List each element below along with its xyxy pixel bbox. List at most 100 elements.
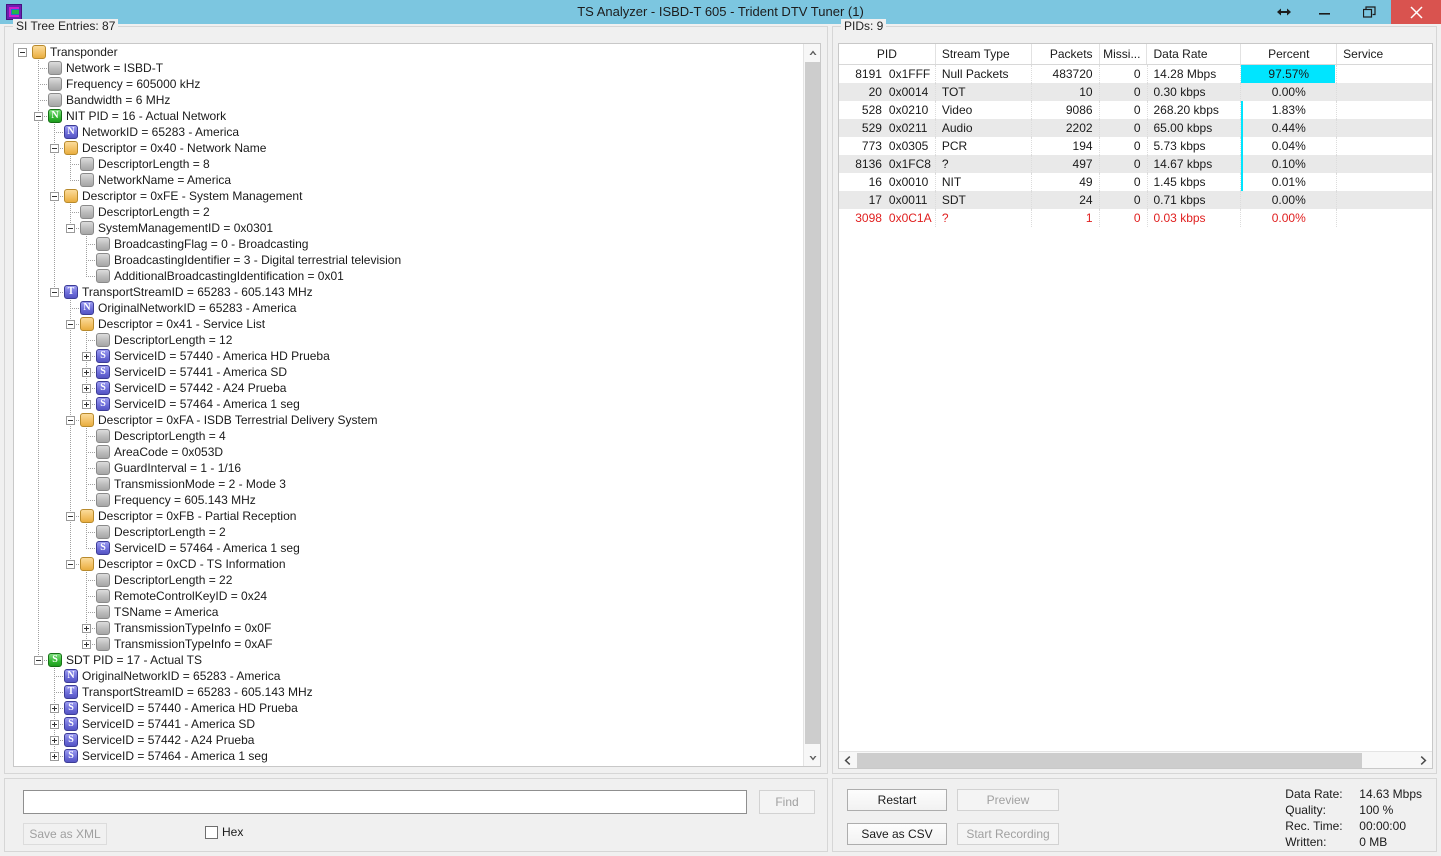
tree-expand-icon[interactable] bbox=[82, 352, 91, 361]
tree-item[interactable]: N NetworkID = 65283 - America bbox=[14, 124, 804, 140]
tree-item[interactable]: NetworkName = America bbox=[14, 172, 804, 188]
tree-item[interactable]: N OriginalNetworkID = 65283 - America bbox=[14, 300, 804, 316]
column-header-missi[interactable]: Missi... bbox=[1100, 44, 1148, 64]
tree-item[interactable]: S ServiceID = 57442 - A24 Prueba bbox=[14, 732, 804, 748]
tree-item[interactable]: TransmissionTypeInfo = 0xAF bbox=[14, 636, 804, 652]
tree-item[interactable]: Transponder bbox=[14, 44, 804, 60]
tree-item[interactable]: T TransportStreamID = 65283 - 605.143 MHz bbox=[14, 684, 804, 700]
tree-collapse-icon[interactable] bbox=[66, 512, 75, 521]
tree-item[interactable]: TransmissionTypeInfo = 0x0F bbox=[14, 620, 804, 636]
tree-collapse-icon[interactable] bbox=[66, 416, 75, 425]
start-recording-button[interactable]: Start Recording bbox=[957, 823, 1059, 845]
tree-expand-icon[interactable] bbox=[82, 624, 91, 633]
pid-table-row[interactable]: 20 0x0014 TOT 10 0 0.30 kbps 0.00% bbox=[839, 83, 1432, 101]
tree-item[interactable]: Descriptor = 0xFE - System Management bbox=[14, 188, 804, 204]
tree-collapse-icon[interactable] bbox=[66, 320, 75, 329]
tree-item[interactable]: AdditionalBroadcastingIdentification = 0… bbox=[14, 268, 804, 284]
tree-item[interactable]: RemoteControlKeyID = 0x24 bbox=[14, 588, 804, 604]
title-bar[interactable]: TS Analyzer - ISBD-T 605 - Trident DTV T… bbox=[0, 0, 1441, 24]
tree-expand-icon[interactable] bbox=[50, 752, 59, 761]
tree-expand-icon[interactable] bbox=[50, 736, 59, 745]
pid-table-row[interactable]: 17 0x0011 SDT 24 0 0.71 kbps 0.00% bbox=[839, 191, 1432, 209]
tree-item[interactable]: Descriptor = 0xCD - TS Information bbox=[14, 556, 804, 572]
tree-item[interactable]: Frequency = 605.143 MHz bbox=[14, 492, 804, 508]
pid-table-row[interactable]: 529 0x0211 Audio 2202 0 65.00 kbps 0.44% bbox=[839, 119, 1432, 137]
tree-expand-icon[interactable] bbox=[50, 704, 59, 713]
column-header-pid[interactable]: PID bbox=[839, 44, 936, 64]
column-header-percent[interactable]: Percent bbox=[1241, 44, 1338, 64]
close-icon[interactable] bbox=[1391, 0, 1441, 24]
si-tree-view[interactable]: Transponder Network = ISBD-T Frequency = 6… bbox=[13, 43, 821, 767]
preview-button[interactable]: Preview bbox=[957, 789, 1059, 811]
tree-item[interactable]: DescriptorLength = 12 bbox=[14, 332, 804, 348]
tree-item[interactable]: N OriginalNetworkID = 65283 - America bbox=[14, 668, 804, 684]
tree-item[interactable]: DescriptorLength = 2 bbox=[14, 204, 804, 220]
tree-item[interactable]: N NIT PID = 16 - Actual Network bbox=[14, 108, 804, 124]
column-header-data-rate[interactable]: Data Rate bbox=[1147, 44, 1242, 64]
tree-item[interactable]: DescriptorLength = 8 bbox=[14, 156, 804, 172]
restart-button[interactable]: Restart bbox=[847, 789, 947, 811]
save-as-xml-button[interactable]: Save as XML bbox=[23, 823, 107, 845]
tree-item[interactable]: S ServiceID = 57464 - America 1 seg bbox=[14, 396, 804, 412]
tree-item[interactable]: S ServiceID = 57464 - America 1 seg bbox=[14, 540, 804, 556]
tree-item[interactable]: Descriptor = 0xFB - Partial Reception bbox=[14, 508, 804, 524]
tree-item[interactable]: DescriptorLength = 2 bbox=[14, 524, 804, 540]
pid-scroll-thumb[interactable] bbox=[857, 753, 1362, 768]
tree-item[interactable]: S ServiceID = 57441 - America SD bbox=[14, 716, 804, 732]
column-header-stream-type[interactable]: Stream Type bbox=[936, 44, 1032, 64]
hex-checkbox[interactable] bbox=[205, 825, 218, 839]
pid-table-header[interactable]: PID Stream Type Packets Missi... Data Rate Pe… bbox=[839, 44, 1432, 65]
tree-item[interactable]: Bandwidth = 6 MHz bbox=[14, 92, 804, 108]
tree-item[interactable]: Network = ISBD-T bbox=[14, 60, 804, 76]
tree-item[interactable]: GuardInterval = 1 - 1/16 bbox=[14, 460, 804, 476]
tree-collapse-icon[interactable] bbox=[50, 144, 59, 153]
column-header-packets[interactable]: Packets bbox=[1032, 44, 1100, 64]
tree-collapse-icon[interactable] bbox=[66, 224, 75, 233]
save-as-csv-button[interactable]: Save as CSV bbox=[847, 823, 947, 845]
tree-item[interactable]: Descriptor = 0xFA - ISDB Terrestrial Del… bbox=[14, 412, 804, 428]
tree-item[interactable]: SystemManagementID = 0x0301 bbox=[14, 220, 804, 236]
pid-list-view[interactable]: PID Stream Type Packets Missi... Data Rate Pe… bbox=[838, 43, 1433, 769]
tree-item[interactable]: S ServiceID = 57440 - America HD Prueba bbox=[14, 348, 804, 364]
resize-arrows-icon[interactable] bbox=[1265, 0, 1303, 24]
scroll-down-icon[interactable] bbox=[804, 749, 820, 766]
pid-horizontal-scrollbar[interactable] bbox=[839, 751, 1432, 768]
tree-collapse-icon[interactable] bbox=[34, 112, 43, 121]
tree-collapse-icon[interactable] bbox=[66, 560, 75, 569]
tree-vertical-scrollbar[interactable] bbox=[803, 44, 820, 766]
tree-item[interactable]: BroadcastingFlag = 0 - Broadcasting bbox=[14, 236, 804, 252]
tree-item[interactable]: S ServiceID = 57440 - America HD Prueba bbox=[14, 700, 804, 716]
tree-item[interactable]: T TransportStreamID = 65283 - 605.143 MHz bbox=[14, 284, 804, 300]
tree-collapse-icon[interactable] bbox=[18, 48, 27, 57]
pid-table-row[interactable]: 3098 0x0C1A? 1 0 0.03 kbps 0.00% bbox=[839, 209, 1432, 227]
hex-checkbox-wrapper[interactable]: Hex bbox=[205, 825, 243, 839]
tree-collapse-icon[interactable] bbox=[50, 192, 59, 201]
tree-item[interactable]: S SDT PID = 17 - Actual TS bbox=[14, 652, 804, 668]
tree-item[interactable]: S ServiceID = 57441 - America SD bbox=[14, 364, 804, 380]
pid-table-row[interactable]: 16 0x0010 NIT 49 0 1.45 kbps 0.01% bbox=[839, 173, 1432, 191]
tree-item[interactable]: Descriptor = 0x41 - Service List bbox=[14, 316, 804, 332]
tree-item[interactable]: Frequency = 605000 kHz bbox=[14, 76, 804, 92]
tree-expand-icon[interactable] bbox=[82, 368, 91, 377]
scroll-right-icon[interactable] bbox=[1415, 752, 1432, 768]
tree-collapse-icon[interactable] bbox=[50, 288, 59, 297]
tree-expand-icon[interactable] bbox=[50, 720, 59, 729]
tree-expand-icon[interactable] bbox=[82, 384, 91, 393]
column-header-service[interactable]: Service bbox=[1337, 44, 1432, 64]
find-button[interactable]: Find bbox=[759, 790, 815, 814]
tree-item[interactable]: AreaCode = 0x053D bbox=[14, 444, 804, 460]
pid-table-row[interactable]: 528 0x0210 Video 9086 0 268.20 kbps 1.83% bbox=[839, 101, 1432, 119]
tree-item[interactable]: TransmissionMode = 2 - Mode 3 bbox=[14, 476, 804, 492]
pid-table-row[interactable]: 773 0x0305 PCR 194 0 5.73 kbps 0.04% bbox=[839, 137, 1432, 155]
restore-icon[interactable] bbox=[1347, 0, 1391, 24]
tree-item[interactable]: S ServiceID = 57464 - America 1 seg bbox=[14, 748, 804, 764]
pid-table-row[interactable]: 8136 0x1FC8? 497 0 14.67 kbps 0.10% bbox=[839, 155, 1432, 173]
tree-item[interactable]: S ServiceID = 57442 - A24 Prueba bbox=[14, 380, 804, 396]
tree-item[interactable]: Descriptor = 0x40 - Network Name bbox=[14, 140, 804, 156]
minimize-icon[interactable] bbox=[1303, 0, 1347, 24]
tree-collapse-icon[interactable] bbox=[34, 656, 43, 665]
find-input[interactable] bbox=[23, 790, 747, 814]
tree-scroll-thumb[interactable] bbox=[805, 62, 820, 744]
tree-expand-icon[interactable] bbox=[82, 640, 91, 649]
tree-item[interactable]: TSName = America bbox=[14, 604, 804, 620]
